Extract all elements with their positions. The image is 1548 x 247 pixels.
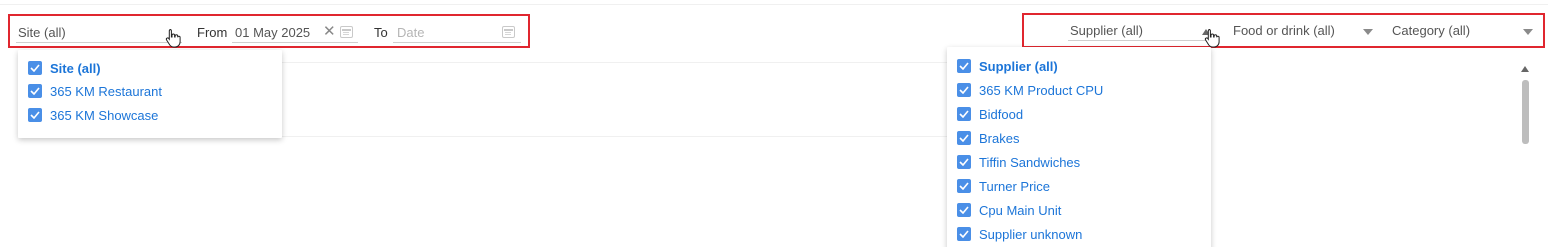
option-label: 365 KM Product CPU: [979, 82, 1104, 98]
site-dropdown-panel: Site (all) 365 KM Restaurant 365 KM Show…: [18, 50, 282, 138]
food-or-drink-select[interactable]: Food or drink (all): [1229, 15, 1379, 46]
checkbox-checked-icon[interactable]: [28, 108, 42, 122]
site-select-value: Site (all): [18, 25, 66, 40]
chevron-down-icon[interactable]: [1363, 29, 1373, 35]
checkbox-checked-icon[interactable]: [957, 83, 971, 97]
option-label: Site (all): [50, 60, 101, 76]
supplier-option[interactable]: Supplier (all): [957, 57, 1058, 75]
option-label: Turner Price: [979, 178, 1051, 194]
option-label: 365 KM Restaurant: [50, 83, 163, 99]
right-filter-bar: Supplier (all) Food or drink (all) Categ…: [1022, 13, 1545, 48]
option-label: Bidfood: [979, 106, 1024, 122]
from-label: From: [197, 25, 228, 40]
site-option[interactable]: 365 KM Showcase: [28, 106, 158, 124]
scroll-up-icon[interactable]: [1521, 66, 1529, 72]
supplier-select-value: Supplier (all): [1070, 23, 1143, 38]
supplier-select-underline: [1068, 40, 1218, 41]
supplier-select[interactable]: Supplier (all): [1064, 15, 1224, 46]
site-select[interactable]: Site (all): [10, 16, 185, 46]
supplier-option[interactable]: Brakes: [957, 129, 1019, 147]
content-divider: [282, 62, 947, 63]
supplier-option[interactable]: Supplier unknown: [957, 225, 1082, 243]
supplier-option[interactable]: Bidfood: [957, 105, 1023, 123]
to-date-underline: [393, 42, 521, 43]
checkbox-checked-icon[interactable]: [957, 203, 971, 217]
to-label: To: [374, 25, 388, 40]
site-option[interactable]: 365 KM Restaurant: [28, 82, 162, 100]
site-select-underline: [16, 42, 182, 43]
option-label: Supplier (all): [979, 58, 1058, 74]
clear-icon[interactable]: ✕: [323, 24, 336, 39]
category-select-value: Category (all): [1392, 23, 1471, 38]
content-divider: [282, 136, 947, 137]
checkbox-checked-icon[interactable]: [957, 155, 971, 169]
from-date-underline: [232, 42, 358, 43]
scrollbar-thumb[interactable]: [1522, 80, 1529, 144]
supplier-dropdown-panel: Supplier (all) 365 KM Product CPU Bidfoo…: [947, 47, 1211, 247]
checkbox-checked-icon[interactable]: [957, 179, 971, 193]
food-or-drink-select-value: Food or drink (all): [1233, 23, 1335, 38]
to-date-placeholder: Date: [397, 25, 425, 40]
checkbox-checked-icon[interactable]: [957, 59, 971, 73]
option-label: Cpu Main Unit: [979, 202, 1062, 218]
left-filter-bar: Site (all) From 01 May 2025 ✕ To Date: [8, 14, 530, 48]
checkbox-checked-icon[interactable]: [957, 131, 971, 145]
option-label: Supplier unknown: [979, 226, 1083, 242]
supplier-option[interactable]: Tiffin Sandwiches: [957, 153, 1080, 171]
option-label: Tiffin Sandwiches: [979, 154, 1081, 170]
category-select[interactable]: Category (all): [1388, 15, 1538, 46]
hand-pointer-cursor-icon: [1204, 29, 1220, 48]
checkbox-checked-icon[interactable]: [28, 61, 42, 75]
hand-pointer-cursor-icon: [165, 29, 181, 48]
calendar-icon[interactable]: [502, 26, 515, 38]
checkbox-checked-icon[interactable]: [28, 84, 42, 98]
site-option[interactable]: Site (all): [28, 59, 101, 77]
page-top-divider: [0, 4, 1548, 5]
option-label: Brakes: [979, 130, 1020, 146]
checkbox-checked-icon[interactable]: [957, 227, 971, 241]
supplier-option[interactable]: 365 KM Product CPU: [957, 81, 1103, 99]
chevron-down-icon[interactable]: [1523, 29, 1533, 35]
checkbox-checked-icon[interactable]: [957, 107, 971, 121]
supplier-option[interactable]: Cpu Main Unit: [957, 201, 1061, 219]
from-date-value: 01 May 2025: [235, 25, 311, 40]
supplier-option[interactable]: Turner Price: [957, 177, 1050, 195]
calendar-icon[interactable]: [340, 26, 353, 38]
option-label: 365 KM Showcase: [50, 107, 159, 123]
